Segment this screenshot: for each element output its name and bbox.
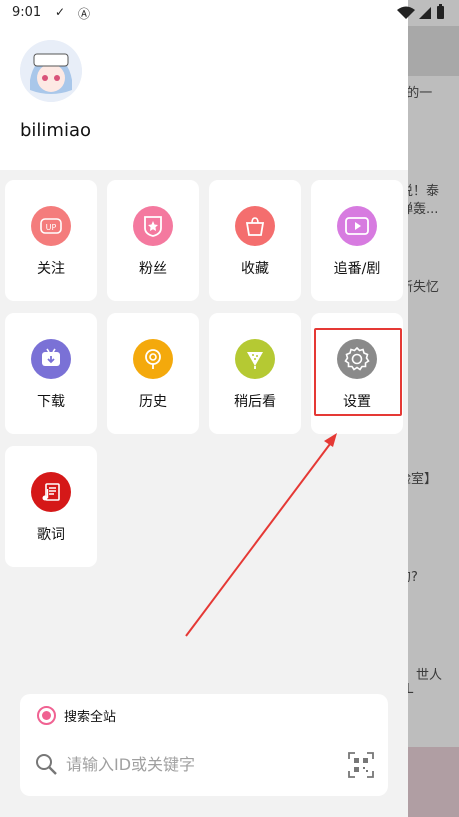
qr-scan-icon[interactable] — [348, 752, 374, 778]
background-toolbar — [408, 26, 459, 76]
search-input[interactable] — [66, 752, 336, 776]
background-text: 弹轰... — [408, 202, 439, 217]
background-text: L — [408, 682, 414, 697]
battery-icon — [437, 4, 444, 19]
status-bar: 9:01 ✓ Ⓐ — [0, 0, 459, 26]
letter-a-icon: Ⓐ — [78, 7, 91, 21]
background-page[interactable]: E的一 说！泰 弹轰... 新失忆 脸室】 的? 世人 L — [408, 0, 459, 817]
navigation-drawer: bilimiao UP 关注 粉丝 收藏 追番/剧 下载 历史 稍后看 设置 歌… — [0, 0, 408, 817]
background-text: E的一 — [408, 86, 433, 101]
search-card: 搜索全站 — [20, 694, 388, 796]
search-scope-label[interactable]: 搜索全站 — [64, 706, 116, 725]
background-text: 的? — [408, 570, 418, 585]
background-text: 说！泰 — [408, 184, 440, 199]
background-text: 世人 — [416, 668, 443, 683]
background-text: 脸室】 — [408, 472, 438, 487]
status-time: 9:01 — [12, 5, 42, 20]
wifi-icon — [397, 6, 415, 19]
background-text: 新失忆 — [408, 280, 440, 295]
search-scope-radio[interactable] — [37, 706, 56, 725]
search-icon[interactable] — [34, 752, 58, 776]
checkmark-icon: ✓ — [55, 5, 66, 19]
signal-icon — [419, 7, 431, 19]
background-bottom-bar — [408, 747, 459, 817]
